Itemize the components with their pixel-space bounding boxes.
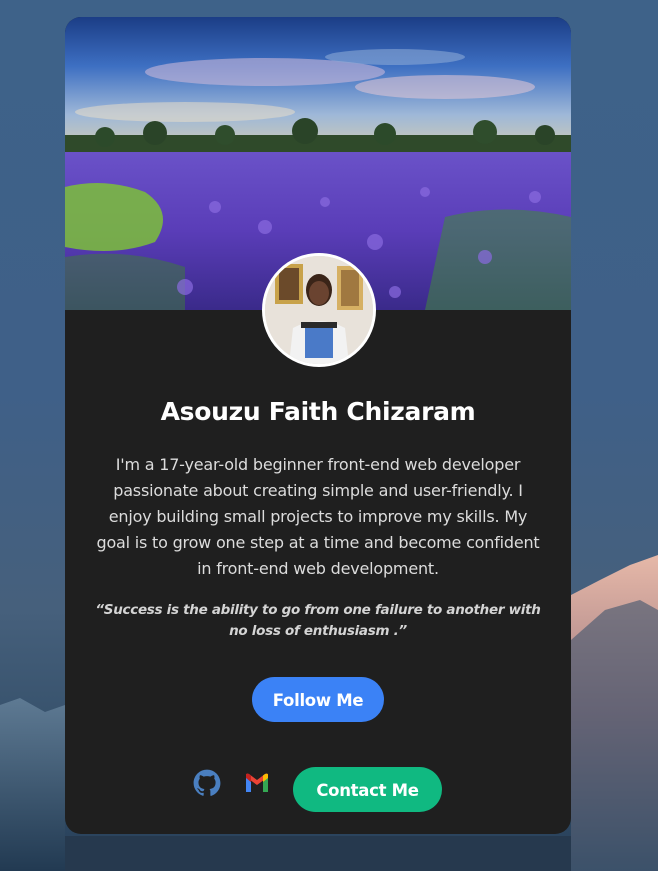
contact-button[interactable]: Contact Me (293, 767, 442, 812)
profile-name: Asouzu Faith Chizaram (160, 397, 476, 426)
follow-button[interactable]: Follow Me (252, 677, 384, 722)
card-base-shadow (65, 836, 571, 871)
avatar (262, 253, 376, 367)
profile-bio: I'm a 17-year-old beginner front-end web… (96, 455, 540, 578)
profile-quote: “Success is the ability to go from one f… (95, 602, 541, 639)
github-icon[interactable] (193, 769, 221, 797)
gmail-icon[interactable] (243, 770, 271, 798)
profile-card: Asouzu Faith Chizaram I'm a 17-year-old … (65, 17, 571, 834)
